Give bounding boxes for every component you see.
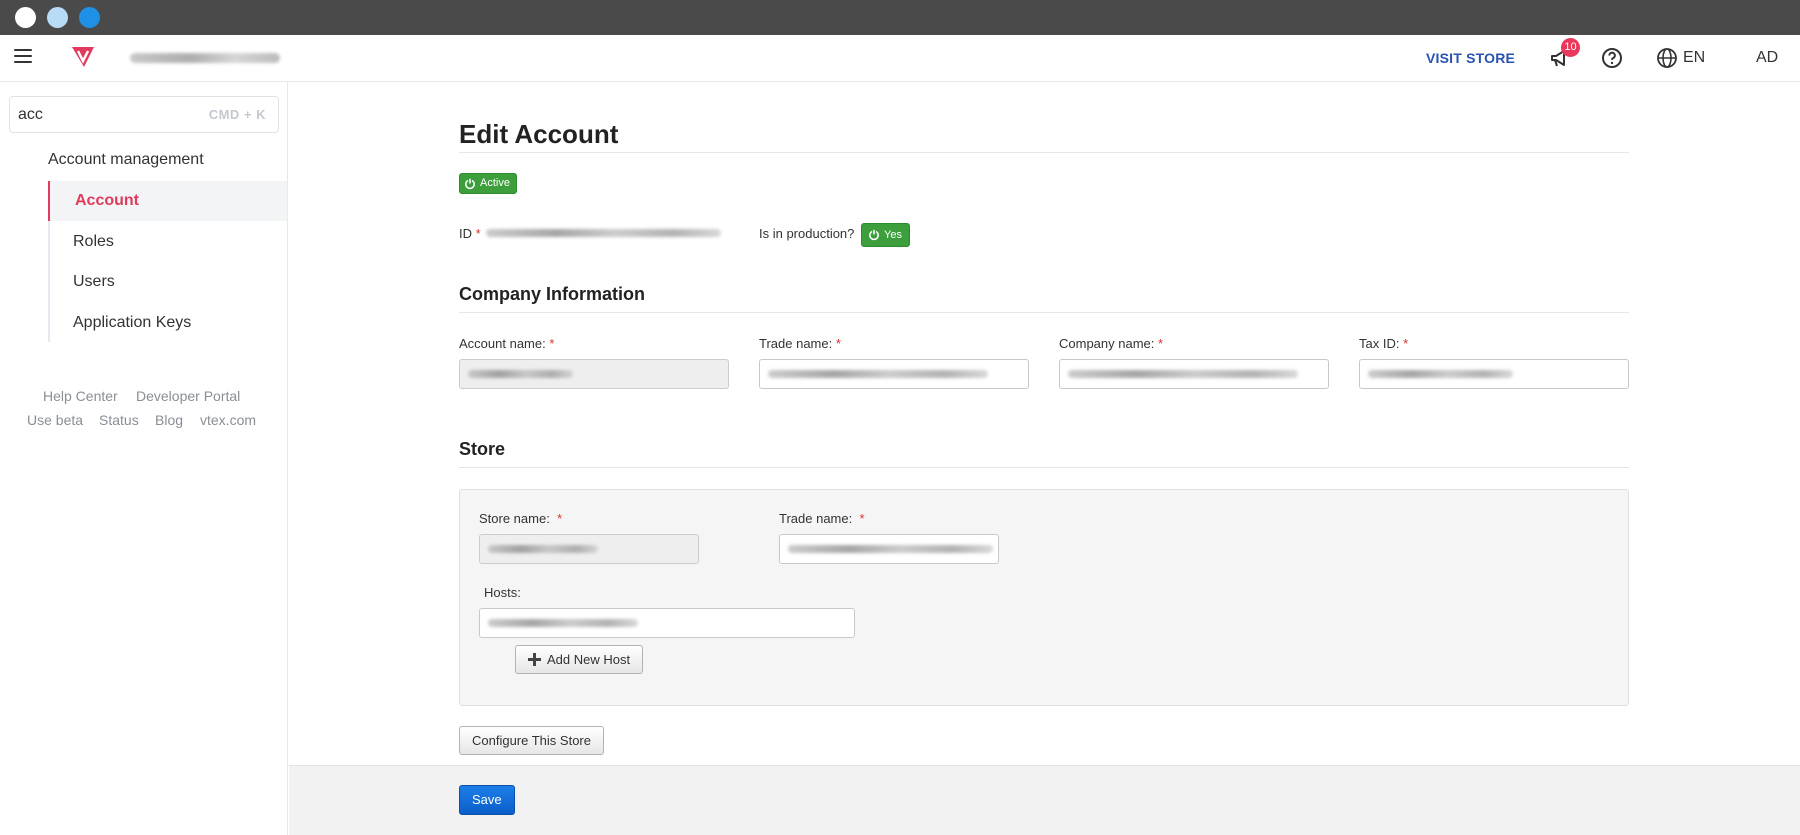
add-new-host-button[interactable]: Add New Host bbox=[515, 645, 644, 674]
host-field[interactable] bbox=[479, 608, 855, 638]
tax-id-field[interactable] bbox=[1359, 359, 1629, 389]
id-label-text: ID bbox=[459, 226, 472, 241]
globe-icon[interactable] bbox=[1656, 47, 1678, 69]
company-name-label-text: Company name: bbox=[1059, 336, 1155, 351]
active-status-button[interactable]: Active bbox=[459, 173, 517, 194]
title-divider bbox=[459, 152, 1629, 153]
trade-name-field[interactable] bbox=[759, 359, 1029, 389]
power-icon bbox=[869, 229, 879, 241]
required-mark: * bbox=[557, 511, 563, 526]
account-name-value-redacted bbox=[468, 370, 573, 378]
required-mark: * bbox=[835, 336, 841, 351]
vtex-logo[interactable] bbox=[70, 46, 96, 68]
id-value-redacted bbox=[486, 229, 721, 237]
help-center-link[interactable]: Help Center bbox=[43, 388, 118, 404]
store-trade-name-label: Trade name: * bbox=[779, 511, 865, 526]
blog-link[interactable]: Blog bbox=[155, 412, 183, 428]
page-title: Edit Account bbox=[459, 119, 619, 149]
nav-group-account-management[interactable]: Account management bbox=[48, 151, 204, 169]
company-name-value-redacted bbox=[1068, 370, 1298, 378]
store-panel: Store name: * Trade name: * Hosts: Add N… bbox=[459, 489, 1629, 706]
company-name-field[interactable] bbox=[1059, 359, 1329, 389]
sidebar: CMD + K Account management Account Roles… bbox=[0, 82, 288, 835]
account-name-field bbox=[459, 359, 729, 389]
store-name-label: Store name: * bbox=[479, 511, 562, 526]
store-trade-name-label-text: Trade name: bbox=[779, 511, 853, 526]
tax-id-label-text: Tax ID: bbox=[1359, 336, 1400, 351]
store-trade-name-value-redacted bbox=[788, 545, 993, 553]
trade-name-value-redacted bbox=[768, 370, 988, 378]
store-divider bbox=[459, 467, 1629, 468]
developer-portal-link[interactable]: Developer Portal bbox=[136, 388, 240, 404]
store-trade-name-field[interactable] bbox=[779, 534, 999, 564]
sidebar-item-account[interactable]: Account bbox=[48, 181, 287, 221]
required-mark: * bbox=[549, 336, 555, 351]
vtex-com-link[interactable]: vtex.com bbox=[200, 412, 256, 428]
menu-icon[interactable] bbox=[14, 49, 32, 65]
company-divider bbox=[459, 312, 1629, 313]
trade-name-label-text: Trade name: bbox=[759, 336, 833, 351]
sidebar-item-users[interactable]: Users bbox=[48, 262, 287, 302]
window-titlebar bbox=[0, 0, 1800, 35]
production-label: Is in production? bbox=[759, 226, 855, 241]
notifications-badge: 10 bbox=[1561, 38, 1580, 57]
required-mark: * bbox=[475, 226, 481, 241]
window-minimize-button[interactable] bbox=[47, 7, 68, 28]
avatar[interactable]: AD bbox=[1756, 49, 1778, 67]
power-icon bbox=[465, 178, 475, 189]
search-input[interactable] bbox=[18, 105, 198, 125]
required-mark: * bbox=[1403, 336, 1409, 351]
production-yes-label: Yes bbox=[884, 229, 902, 241]
sidebar-item-roles[interactable]: Roles bbox=[48, 222, 287, 262]
window-zoom-button[interactable] bbox=[79, 7, 100, 28]
production-yes-button[interactable]: Yes bbox=[861, 223, 910, 247]
store-name-field bbox=[479, 534, 699, 564]
top-bar: VISIT STORE 10 EN AD bbox=[0, 35, 1800, 82]
active-status-label: Active bbox=[480, 177, 510, 189]
language-selector[interactable]: EN bbox=[1683, 49, 1705, 67]
account-name-redacted bbox=[130, 53, 280, 63]
host-value-redacted bbox=[488, 619, 638, 627]
plus-icon bbox=[528, 653, 541, 666]
footer-bar bbox=[289, 765, 1800, 835]
help-icon[interactable] bbox=[1601, 47, 1623, 69]
status-link[interactable]: Status bbox=[99, 412, 139, 428]
company-section-title: Company Information bbox=[459, 284, 646, 304]
store-name-label-text: Store name: bbox=[479, 511, 550, 526]
save-button[interactable]: Save bbox=[459, 785, 515, 815]
trade-name-label: Trade name: * bbox=[759, 336, 841, 351]
visit-store-link[interactable]: VISIT STORE bbox=[1426, 50, 1515, 66]
add-new-host-label: Add New Host bbox=[547, 652, 631, 667]
account-name-label-text: Account name: bbox=[459, 336, 546, 351]
required-mark: * bbox=[859, 511, 865, 526]
configure-store-button[interactable]: Configure This Store bbox=[459, 726, 604, 755]
tax-id-value-redacted bbox=[1368, 370, 1513, 378]
search-box[interactable]: CMD + K bbox=[9, 96, 279, 133]
store-section-title: Store bbox=[459, 439, 506, 459]
use-beta-link[interactable]: Use beta bbox=[27, 412, 83, 428]
company-name-label: Company name: * bbox=[1059, 336, 1163, 351]
store-name-value-redacted bbox=[488, 545, 598, 553]
sidebar-item-application-keys[interactable]: Application Keys bbox=[48, 303, 287, 343]
search-shortcut: CMD + K bbox=[208, 107, 266, 122]
account-name-label: Account name: * bbox=[459, 336, 554, 351]
tax-id-label: Tax ID: * bbox=[1359, 336, 1408, 351]
id-label: ID * bbox=[459, 226, 481, 241]
hosts-label: Hosts: bbox=[484, 585, 521, 600]
required-mark: * bbox=[1158, 336, 1164, 351]
window-close-button[interactable] bbox=[15, 7, 36, 28]
